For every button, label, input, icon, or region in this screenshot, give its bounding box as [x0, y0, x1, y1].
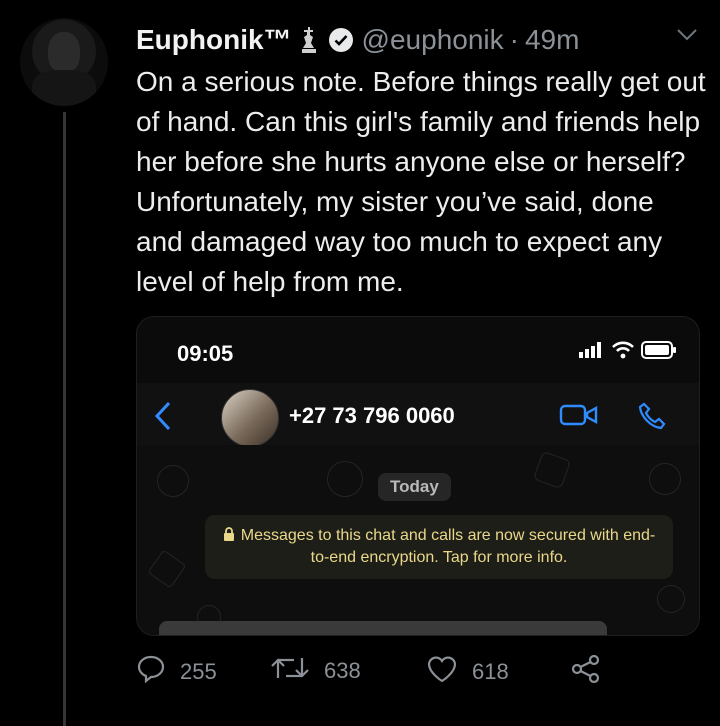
phone-call-icon[interactable] [637, 401, 667, 436]
like-button[interactable]: 618 [426, 654, 509, 690]
encryption-notice[interactable]: Messages to this chat and calls are now … [205, 515, 673, 579]
reply-count: 255 [180, 659, 217, 684]
doodle [147, 549, 187, 589]
verified-badge-icon [328, 27, 354, 53]
contact-avatar[interactable] [221, 389, 279, 447]
status-bar-time: 09:05 [177, 341, 234, 366]
doodle [649, 463, 681, 495]
video-call-icon[interactable] [559, 403, 599, 432]
retweet-icon [270, 654, 324, 688]
doodle [327, 461, 363, 497]
signal-icon [579, 342, 605, 363]
like-icon [426, 654, 472, 690]
separator-dot: · [509, 24, 519, 55]
encryption-notice-text: Messages to this chat and calls are now … [240, 527, 656, 566]
lock-icon [223, 526, 235, 541]
chess-king-icon [298, 26, 320, 54]
chat-header: +27 73 796 0060 [137, 383, 699, 447]
date-badge: Today [378, 473, 451, 501]
thread-line [63, 112, 66, 726]
reply-icon [136, 654, 180, 690]
battery-icon [641, 341, 677, 364]
author-handle[interactable]: @euphonik [362, 24, 504, 56]
doodle [657, 585, 685, 613]
author-avatar[interactable] [20, 18, 108, 106]
chevron-down-icon[interactable] [676, 28, 698, 42]
share-button[interactable] [570, 654, 616, 690]
tweet-header: Euphonik™ @euphonik · 49m [136, 24, 579, 56]
status-bar-icons [579, 341, 677, 364]
retweet-count: 638 [324, 658, 361, 683]
tweet-actions: 255 638 618 [136, 654, 606, 688]
retweet-button[interactable]: 638 [270, 654, 361, 688]
doodle [157, 465, 189, 497]
wifi-icon [611, 341, 635, 364]
tweet-text: On a serious note. Before things really … [136, 66, 706, 297]
tweet-time[interactable]: 49m [525, 24, 579, 56]
message-input-bar[interactable] [159, 621, 607, 635]
share-icon [570, 654, 616, 690]
tweet-media-screenshot[interactable]: 09:05 +27 73 796 0060 Today Messages to … [136, 316, 700, 636]
chat-area: Today Messages to this chat and calls ar… [137, 445, 699, 635]
back-chevron-icon[interactable] [153, 401, 173, 436]
reply-button[interactable]: 255 [136, 654, 217, 690]
contact-number[interactable]: +27 73 796 0060 [289, 403, 455, 429]
doodle [532, 450, 572, 490]
like-count: 618 [472, 659, 509, 684]
author-name[interactable]: Euphonik™ [136, 24, 292, 56]
